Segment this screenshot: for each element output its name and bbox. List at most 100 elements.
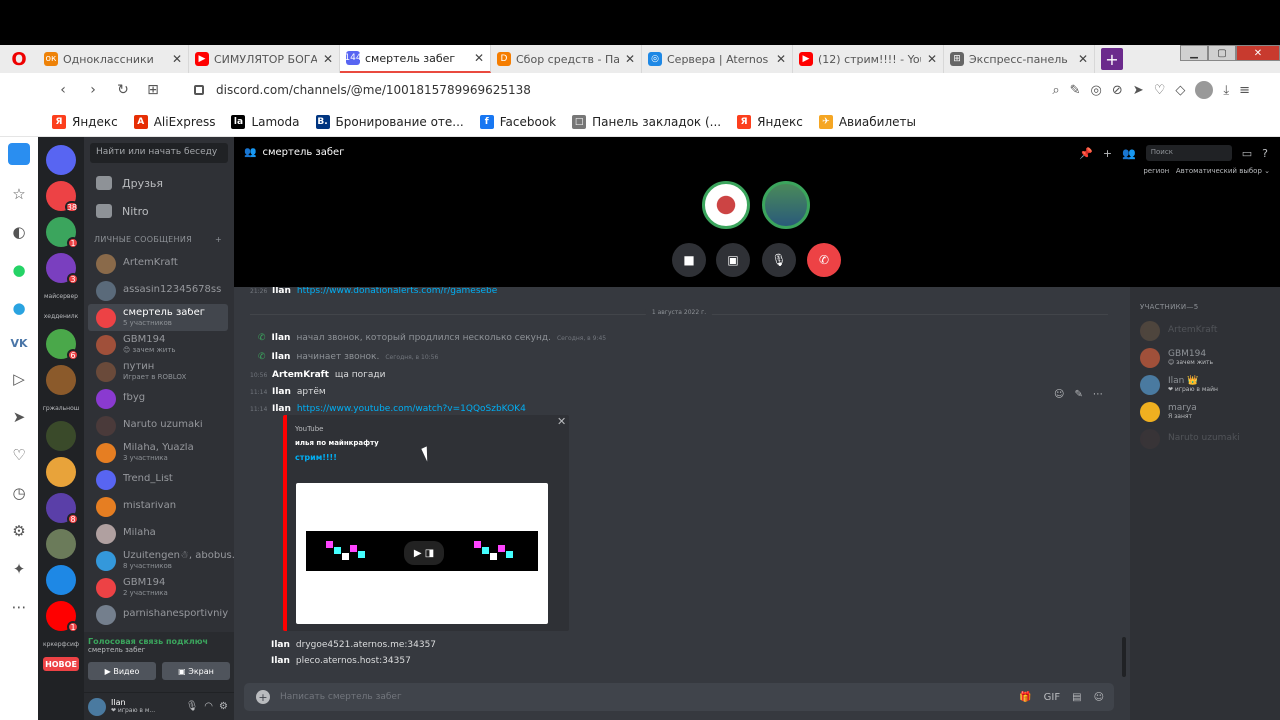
emoji-icon[interactable]: ☺ [1094, 692, 1104, 703]
settings-icon[interactable]: ⚙ [12, 522, 25, 540]
tab-close-icon[interactable]: ✕ [776, 52, 786, 66]
block-icon[interactable]: ⊘ [1112, 83, 1123, 98]
server-icon[interactable]: 38 [46, 181, 79, 213]
browser-tab[interactable]: ок Одноклассники ✕ [38, 45, 189, 73]
play-button[interactable]: ▶ ◨ [404, 541, 444, 565]
server-icon[interactable] [46, 145, 76, 175]
edit-icon[interactable]: ✎ [1074, 389, 1082, 400]
tab-close-icon[interactable]: ✕ [172, 52, 182, 66]
message-input[interactable]: + Написать смертель забег 🎁 GIF ▤ ☺ [244, 683, 1114, 711]
call-participant-avatar[interactable] [702, 181, 750, 229]
video-button[interactable]: ▶ Видео [88, 662, 156, 680]
tab-close-icon[interactable]: ✕ [625, 52, 635, 66]
vk-icon[interactable]: VK [10, 337, 27, 350]
message-author[interactable]: Ilan [272, 404, 291, 414]
menu-icon[interactable]: ≡ [1239, 83, 1250, 98]
input-placeholder[interactable]: Написать смертель забег [280, 692, 402, 702]
new-tab-button[interactable]: + [1101, 48, 1123, 70]
edit-icon[interactable]: ✎ [1070, 83, 1081, 98]
member-item[interactable]: GBM194 😊 зачем жить [1130, 344, 1280, 371]
nitro-nav[interactable]: Nitro [84, 197, 234, 225]
profile-avatar[interactable] [1195, 81, 1214, 99]
home-icon[interactable] [8, 143, 30, 165]
message-author[interactable]: Ilan [271, 656, 290, 666]
bookmark-item[interactable]: A AliExpress [133, 114, 215, 129]
reload-icon[interactable]: ↻ [108, 82, 138, 98]
server-icon[interactable] [46, 365, 76, 395]
bookmark-item[interactable]: Я Яндекс [737, 114, 803, 129]
hang-up-button[interactable]: ✆ [807, 243, 841, 277]
members-icon[interactable]: 👥 [1122, 147, 1136, 160]
send-icon[interactable]: ➤ [13, 408, 26, 426]
add-member-icon[interactable]: + [1103, 147, 1112, 160]
bookmark-item[interactable]: □ Панель закладок (... [572, 114, 721, 129]
add-reaction-icon[interactable]: ☺ [1054, 389, 1064, 400]
url-text[interactable]: discord.com/channels/@me/100181578996962… [216, 83, 531, 97]
member-item[interactable]: marya Я занят [1130, 398, 1280, 425]
dm-item[interactable]: Milaha, Yuazla 3 участника [88, 439, 228, 466]
tab-close-icon[interactable]: ✕ [927, 52, 937, 66]
server-icon[interactable]: гржальнош [43, 401, 80, 415]
bookmark-item[interactable]: f Facebook [479, 114, 556, 129]
member-item[interactable]: Ilan 👑 ❤ играю в майн [1130, 371, 1280, 398]
search-icon[interactable]: ⌕ [1052, 83, 1059, 98]
dm-item[interactable]: parnishanesportivniy [88, 601, 228, 628]
gif-icon[interactable]: GIF [1044, 692, 1060, 703]
bookmark-item[interactable]: B. Бронирование оте... [315, 114, 464, 129]
message-author[interactable]: Ilan [272, 352, 291, 362]
send-icon[interactable]: ➤ [1133, 83, 1144, 98]
gift-icon[interactable]: 🎁 [1019, 692, 1031, 703]
lightbulb-icon[interactable]: ✦ [13, 560, 26, 578]
browser-tab[interactable]: D Сбор средств - Па ✕ [491, 45, 642, 73]
dm-item[interactable]: mistarivan [88, 493, 228, 520]
message-author[interactable]: Ilan [272, 287, 291, 296]
more-icon[interactable]: ⋯ [12, 598, 27, 616]
message-author[interactable]: Ilan [272, 333, 291, 343]
dm-item[interactable]: assasin12345678ss [88, 277, 228, 304]
message-link[interactable]: https://www.youtube.com/watch?v=1QQoSzbK… [297, 404, 526, 414]
camera-toggle-button[interactable]: ■ [672, 243, 706, 277]
browser-tab[interactable]: ◎ Сервера | Aternos | ✕ [642, 45, 793, 73]
mic-icon[interactable]: 🎙 [186, 701, 199, 712]
dm-item[interactable]: fbyg [88, 385, 228, 412]
browser-tab[interactable]: ▶ СИМУЛЯТОР БОГА ✕ [189, 45, 340, 73]
screen-share-button[interactable]: ▣ Экран [162, 662, 230, 680]
heart-icon[interactable]: ♡ [1154, 83, 1166, 98]
dm-item[interactable]: GBM194 2 участника [88, 574, 228, 601]
close-window-button[interactable]: ✕ [1236, 45, 1280, 61]
download-icon[interactable]: ⤓ [1223, 83, 1229, 98]
dm-item[interactable]: путин Играет в ROBLOX [88, 358, 228, 385]
camera-icon[interactable]: ◎ [1091, 83, 1102, 98]
server-icon[interactable]: 3 [46, 253, 79, 285]
dm-item[interactable]: Naruto uzumaki [88, 412, 228, 439]
back-icon[interactable]: ‹ [48, 82, 78, 98]
embed-provider[interactable]: YouTube [295, 425, 561, 433]
bookmark-item[interactable]: ✈ Авиабилеты [818, 114, 916, 129]
scrollbar[interactable] [1122, 637, 1126, 677]
dm-item[interactable]: Milaha [88, 520, 228, 547]
server-icon[interactable]: 1 [46, 601, 79, 633]
server-icon[interactable] [46, 421, 76, 451]
player-icon[interactable]: ▷ [13, 370, 25, 388]
forward-icon[interactable]: › [78, 82, 108, 98]
dm-item[interactable]: Uzuitengen☃, abobus... 8 участников [88, 547, 241, 574]
embed-close-icon[interactable]: ✕ [557, 415, 566, 428]
server-icon[interactable]: НОВОЕ [43, 657, 79, 671]
dm-search-input[interactable]: Найти или начать беседу [90, 143, 228, 163]
maximize-button[interactable]: ▢ [1208, 45, 1236, 61]
heart-icon[interactable]: ♡ [12, 446, 25, 464]
server-icon[interactable]: 8 [46, 493, 79, 525]
member-item[interactable]: Naruto uzumaki [1130, 425, 1280, 452]
user-avatar[interactable] [88, 697, 106, 716]
dm-item[interactable]: GBM194 😊 зачем жить [88, 331, 228, 358]
help-icon[interactable]: ? [1262, 147, 1268, 160]
server-icon[interactable]: хедденилк [44, 309, 79, 323]
dm-item[interactable]: ArtemKraft [88, 250, 228, 277]
minimize-button[interactable]: ▁ [1180, 45, 1208, 61]
server-icon[interactable] [46, 457, 76, 487]
embed-author[interactable]: илья по майнкрафту [295, 439, 561, 447]
tab-close-icon[interactable]: ✕ [323, 52, 333, 66]
browser-tab[interactable]: ▶ (12) стрим!!!! - You ✕ [793, 45, 944, 73]
sticker-icon[interactable]: ▤ [1072, 692, 1081, 703]
more-icon[interactable]: ⋯ [1093, 389, 1103, 400]
